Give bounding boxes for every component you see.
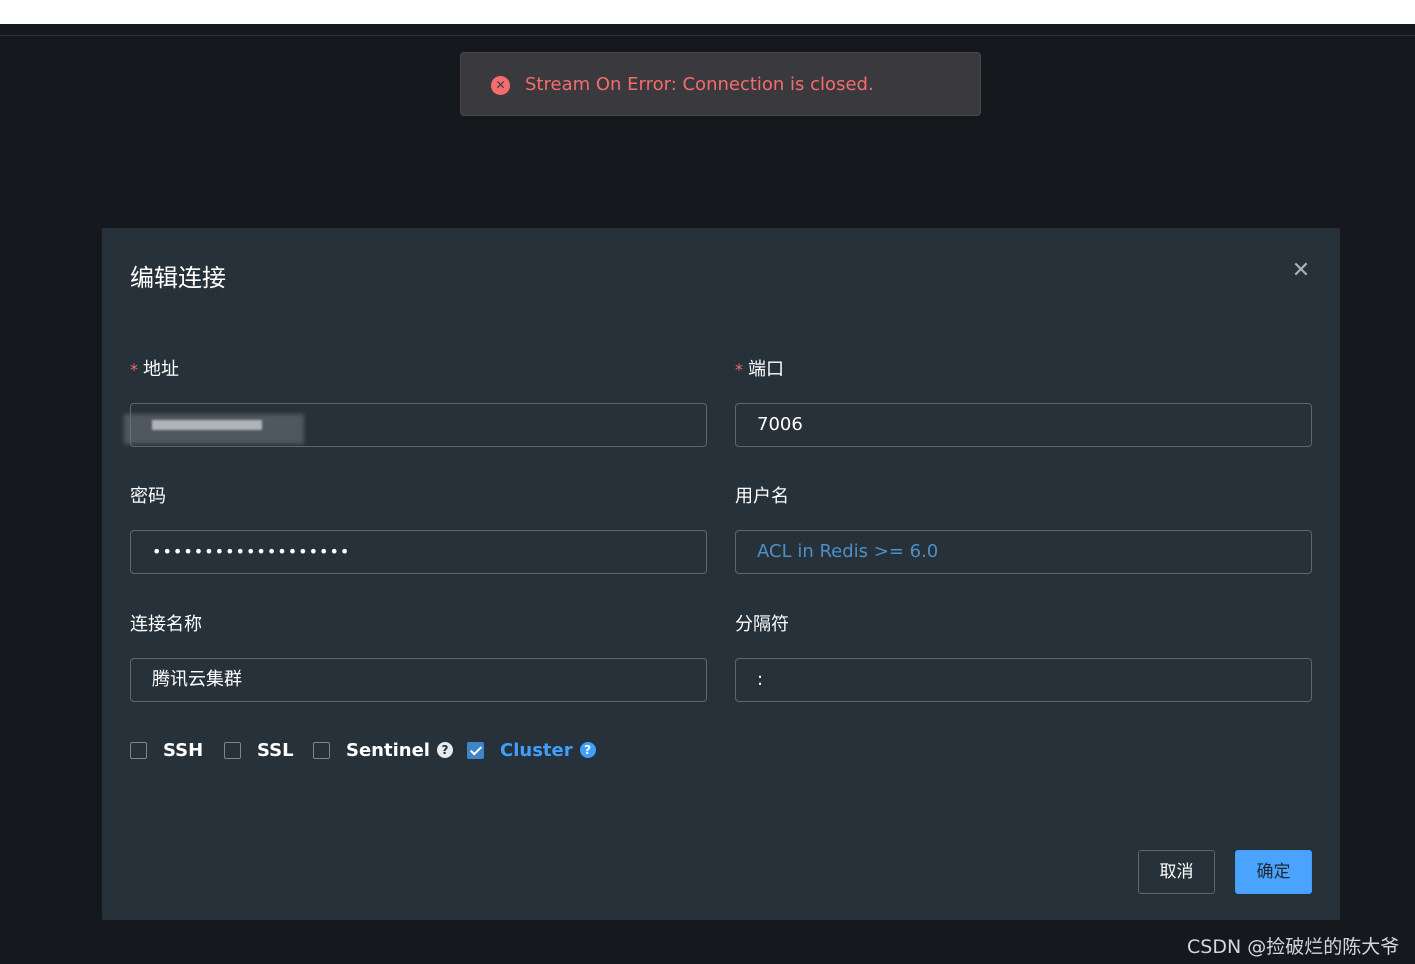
- sentinel-label: Sentinel: [346, 739, 430, 761]
- edit-connection-dialog: 编辑连接 ✕ * 地址 * 端口 7006 密码 •••••••••••••••••…: [102, 228, 1340, 920]
- checkbox-box[interactable]: [224, 741, 241, 759]
- dialog-title: 编辑连接: [130, 264, 226, 292]
- required-asterisk: *: [130, 360, 138, 379]
- port-input[interactable]: 7006: [735, 403, 1312, 447]
- toast-message: Stream On Error: Connection is closed.: [525, 74, 874, 95]
- username-input[interactable]: ACL in Redis >= 6.0: [735, 530, 1312, 574]
- password-input[interactable]: •••••••••••••••••••: [130, 530, 707, 574]
- separator-input[interactable]: :: [735, 658, 1312, 702]
- question-mark-icon[interactable]: ?: [579, 742, 596, 758]
- ssl-checkbox[interactable]: SSL: [224, 738, 294, 762]
- question-mark-icon[interactable]: ?: [436, 742, 453, 758]
- error-toast: ✕ Stream On Error: Connection is closed.: [460, 52, 981, 116]
- username-placeholder: ACL in Redis >= 6.0: [757, 541, 939, 562]
- connection-name-label: 连接名称: [130, 614, 202, 635]
- port-label: * 端口: [735, 359, 784, 380]
- ssh-label: SSH: [163, 739, 204, 761]
- cluster-label: Cluster: [500, 739, 573, 761]
- confirm-button[interactable]: 确定: [1235, 850, 1312, 894]
- checkbox-box[interactable]: [313, 741, 330, 759]
- checkbox-box[interactable]: [130, 741, 147, 759]
- sentinel-checkbox[interactable]: Sentinel ?: [313, 738, 453, 762]
- cancel-button[interactable]: 取消: [1138, 850, 1215, 894]
- divider: [0, 35, 1415, 36]
- required-asterisk: *: [735, 360, 743, 379]
- ssl-label: SSL: [257, 739, 294, 761]
- username-label: 用户名: [735, 486, 789, 507]
- address-label: * 地址: [130, 359, 179, 380]
- redacted-address-text: [152, 420, 262, 430]
- connection-name-input[interactable]: 腾讯云集群: [130, 658, 707, 702]
- checkbox-box-checked[interactable]: [467, 741, 484, 759]
- separator-label: 分隔符: [735, 614, 789, 635]
- cluster-checkbox[interactable]: Cluster ?: [467, 738, 596, 762]
- error-circle-icon: ✕: [491, 76, 510, 95]
- ssh-checkbox[interactable]: SSH: [130, 738, 203, 762]
- watermark: CSDN @捡破烂的陈大爷: [1187, 936, 1400, 958]
- close-icon[interactable]: ✕: [1288, 258, 1314, 284]
- password-label: 密码: [130, 486, 166, 507]
- browser-top-strip: [0, 0, 1415, 24]
